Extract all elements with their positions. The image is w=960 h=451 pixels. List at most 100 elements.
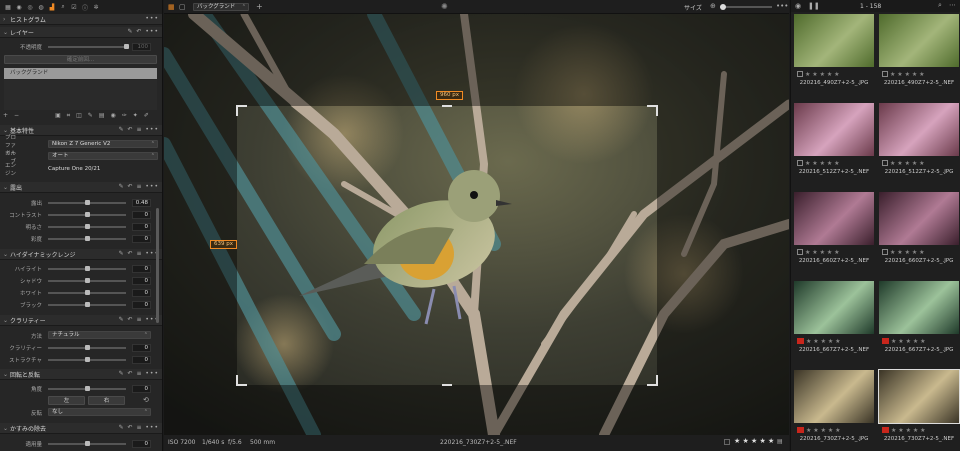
rating-stars[interactable]: ★ ★ ★ ★ ★: [891, 338, 926, 345]
histogram-header[interactable]: › ヒストグラム •••: [0, 14, 162, 25]
more-icon[interactable]: •••: [776, 2, 788, 10]
dehaze-tools-icon[interactable]: ✎ ↶ ≡ •••: [119, 424, 159, 431]
thumbnail[interactable]: [879, 103, 959, 156]
thumbnail-rating[interactable]: ★ ★ ★ ★ ★: [877, 159, 960, 167]
thumbnail[interactable]: [794, 192, 874, 245]
add-layer-icon[interactable]: +: [256, 2, 263, 11]
slider-value[interactable]: 0: [132, 222, 151, 231]
thumbnail-rating[interactable]: ★ ★ ★ ★ ★: [877, 426, 960, 434]
eraser-icon[interactable]: ◫: [76, 112, 82, 120]
slider-track[interactable]: [48, 290, 126, 295]
list-icon[interactable]: ▤: [777, 438, 783, 445]
single-view-icon[interactable]: ▢: [179, 3, 186, 11]
slider-track[interactable]: [48, 200, 126, 205]
basic-header[interactable]: ⌄ 基本特性 ✎ ↶ ≡ •••: [0, 125, 162, 136]
thumbnail[interactable]: [794, 14, 874, 67]
zoom-knob[interactable]: [720, 4, 726, 10]
color-tag-empty[interactable]: [797, 249, 803, 255]
color-tag-empty[interactable]: [882, 71, 888, 77]
slider-track[interactable]: [48, 345, 126, 350]
thumbnail-rating[interactable]: ★ ★ ★ ★ ★: [792, 159, 876, 167]
layer-select[interactable]: バックグランド: [193, 3, 249, 11]
exposure-tab-icon[interactable]: ▟: [48, 3, 56, 11]
rating-stars[interactable]: ★ ★ ★ ★ ★: [890, 249, 925, 256]
rotate-right-button[interactable]: 右: [88, 396, 125, 405]
brush-icon[interactable]: ✎: [88, 112, 93, 120]
clarity-header[interactable]: ⌄ クラリティー ✎ ↶ ≡ •••: [0, 315, 162, 326]
slider-track[interactable]: [48, 302, 126, 307]
profile-select[interactable]: Nikon Z 7 Generic V2: [48, 140, 158, 148]
slider-track[interactable]: [48, 278, 126, 283]
layer-item-background[interactable]: バックグランド: [4, 68, 157, 79]
slider-value[interactable]: 0: [132, 355, 151, 364]
slider-knob[interactable]: [85, 302, 90, 307]
slider-track[interactable]: [48, 212, 126, 217]
rating-stars[interactable]: ★ ★ ★ ★ ★: [806, 427, 841, 434]
slider-knob[interactable]: [85, 345, 90, 350]
basic-tools-icon[interactable]: ✎ ↶ ≡ •••: [119, 126, 159, 133]
thumbnail-rating[interactable]: ★ ★ ★ ★ ★: [792, 248, 876, 256]
rotate-left-button[interactable]: 左: [48, 396, 85, 405]
color-tag-red[interactable]: [882, 338, 889, 344]
thumbnail[interactable]: [794, 370, 874, 423]
grid-view-icon[interactable]: ▦: [168, 3, 175, 11]
thumbnail[interactable]: [878, 369, 960, 424]
color-tag-red[interactable]: [797, 427, 804, 433]
details-tab-icon[interactable]: ⌕: [59, 3, 67, 11]
rating-stars[interactable]: ★ ★ ★ ★ ★: [806, 338, 841, 345]
color-tag-empty[interactable]: [797, 71, 803, 77]
image-viewer[interactable]: 960 px 639 px: [164, 14, 789, 435]
thumbnail-rating[interactable]: ★ ★ ★ ★ ★: [792, 337, 876, 345]
rating-stars[interactable]: ★ ★ ★ ★ ★: [891, 427, 926, 434]
color-tag-box[interactable]: [724, 439, 730, 445]
color-tag-empty[interactable]: [882, 249, 888, 255]
rotation-tools-icon[interactable]: ✎ ↶ ≡ •••: [119, 370, 159, 377]
thumbnail-rating[interactable]: ★ ★ ★ ★ ★: [877, 70, 960, 78]
thumbnail[interactable]: [879, 14, 959, 67]
gradient-icon[interactable]: ▤: [99, 112, 105, 120]
slider-track[interactable]: [48, 224, 126, 229]
curve-select[interactable]: オート: [48, 152, 158, 160]
settings-tab-icon[interactable]: ✲: [92, 3, 100, 11]
dehaze-knob[interactable]: [85, 441, 90, 446]
crop-icon[interactable]: ⌗: [67, 112, 70, 120]
more-icon[interactable]: •••: [145, 15, 159, 22]
slider-value[interactable]: 0.48: [132, 198, 151, 207]
zoom-icon[interactable]: ⊕: [710, 2, 716, 10]
flip-select[interactable]: なし: [48, 408, 151, 416]
color-tag-red[interactable]: [797, 338, 804, 344]
rating-stars[interactable]: ★ ★ ★ ★ ★: [890, 160, 925, 167]
hdr-header[interactable]: ⌄ ハイダイナミックレンジ ✎ ↶ ≡ •••: [0, 249, 162, 260]
rating-stars[interactable]: ★ ★ ★ ★ ★: [890, 71, 925, 78]
layers-tools-icon[interactable]: ✎ ↶ •••: [128, 28, 160, 35]
slider-knob[interactable]: [85, 200, 90, 205]
search-icon[interactable]: ⌕: [938, 1, 942, 10]
color-tag-empty[interactable]: [797, 160, 803, 166]
add-layer-icon[interactable]: +: [3, 112, 8, 120]
library-tab-icon[interactable]: ▦: [4, 3, 12, 11]
rating-stars[interactable]: ★ ★ ★ ★ ★: [734, 437, 774, 445]
erase-mask-icon[interactable]: ✐: [144, 112, 149, 120]
straighten-icon[interactable]: ⟲: [143, 396, 149, 404]
dehaze-header[interactable]: ⌄ かすみの除去 ✎ ↶ ≡ •••: [0, 423, 162, 434]
slider-value[interactable]: 0: [132, 234, 151, 243]
slider-track[interactable]: [48, 236, 126, 241]
slider-knob[interactable]: [85, 266, 90, 271]
picker-icon[interactable]: ✑: [122, 112, 127, 120]
radial-icon[interactable]: ◉: [111, 112, 116, 120]
thumbnail-rating[interactable]: ★ ★ ★ ★ ★: [877, 337, 960, 345]
zoom-slider[interactable]: [720, 4, 772, 10]
color-tab-icon[interactable]: ◍: [37, 3, 45, 11]
exposure-tools-icon[interactable]: ✎ ↶ ≡ •••: [119, 183, 159, 190]
opacity-value[interactable]: 100: [132, 42, 151, 51]
thumbnail[interactable]: [879, 192, 959, 245]
dehaze-value[interactable]: 0: [132, 439, 151, 448]
rotation-header[interactable]: ⌄ 回転と反転 ✎ ↶ ≡ •••: [0, 369, 162, 380]
metadata-tab-icon[interactable]: ⓘ: [81, 3, 89, 12]
slider-track[interactable]: [48, 357, 126, 362]
opacity-slider[interactable]: [48, 44, 129, 49]
angle-value[interactable]: 0: [132, 384, 151, 393]
color-tag-empty[interactable]: [882, 160, 888, 166]
color-tag-red[interactable]: [882, 427, 889, 433]
slider-value[interactable]: 0: [132, 288, 151, 297]
